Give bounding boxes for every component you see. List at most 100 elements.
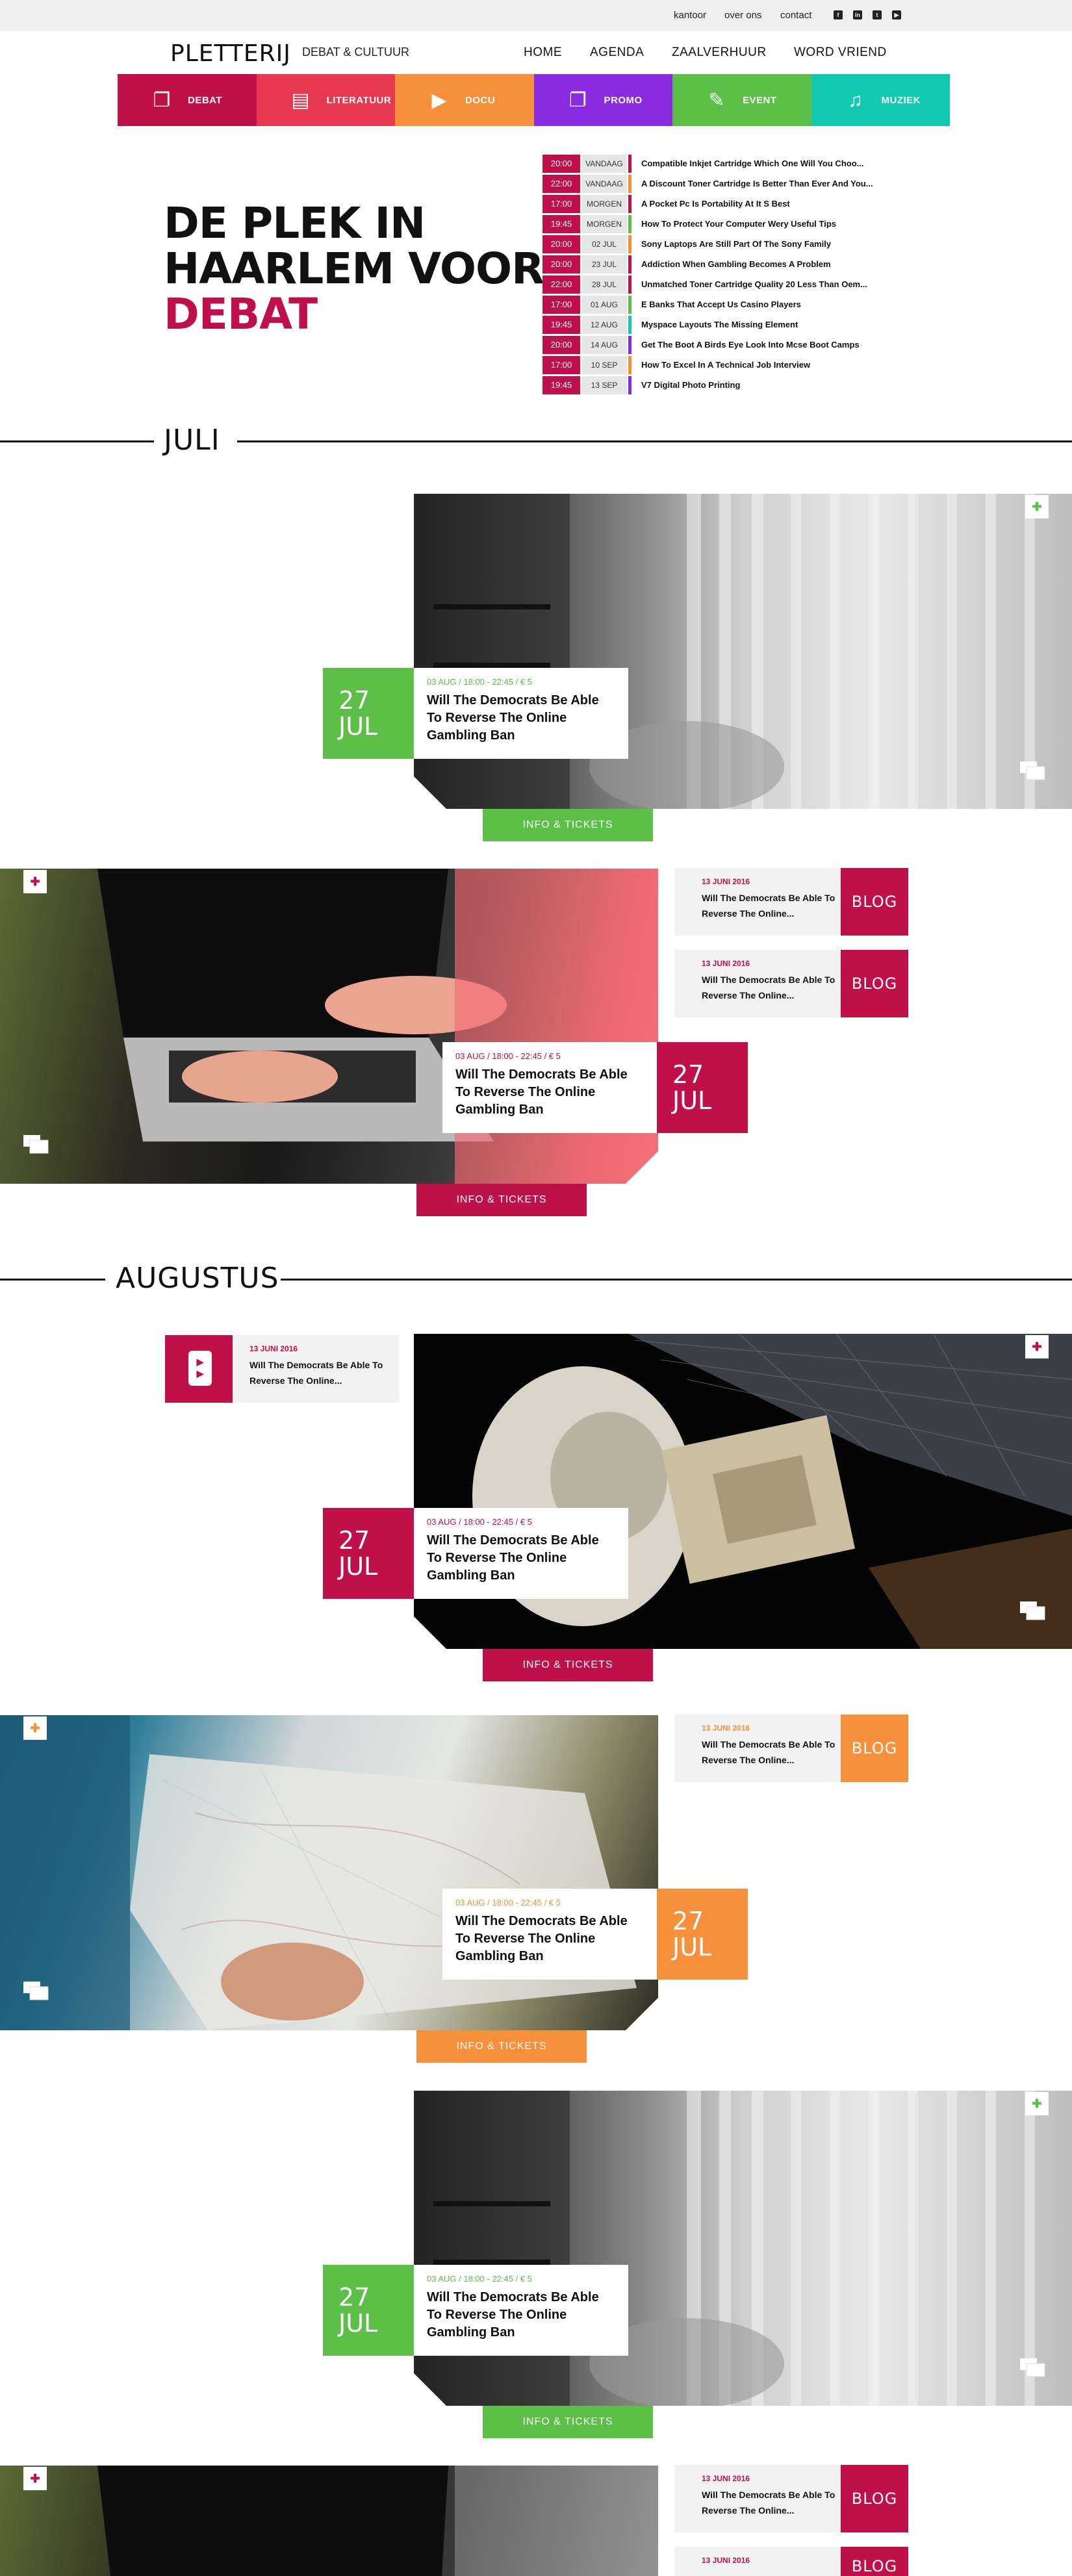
agenda-row[interactable]: 22:00 VANDAAG A Discount Toner Cartridge I… bbox=[542, 175, 910, 193]
agenda-category-bar bbox=[628, 356, 632, 374]
event-day: 27 bbox=[338, 2283, 370, 2312]
event-card[interactable]: 03 AUG / 18:00 - 22:45 / € 5 Will The De… bbox=[414, 1508, 628, 1599]
facebook-icon[interactable]: f bbox=[834, 10, 843, 19]
agenda-time: 20:00 bbox=[542, 336, 580, 354]
agenda-row[interactable]: 22:00 28 JUL Unmatched Toner Cartridge Qua… bbox=[542, 275, 910, 294]
agenda-title[interactable]: How To Excel In A Technical Job Intervie… bbox=[641, 356, 810, 374]
event-month: JUL bbox=[338, 2309, 378, 2338]
agenda-category-bar bbox=[628, 275, 632, 294]
chat-icon[interactable] bbox=[1019, 2357, 1046, 2379]
category-docu[interactable]: ▶ DOCU bbox=[395, 74, 534, 126]
chat-icon[interactable] bbox=[22, 1980, 49, 2002]
agenda-row[interactable]: 20:00 23 JUL Addiction When Gambling Becom… bbox=[542, 255, 910, 274]
agenda-title[interactable]: Addiction When Gambling Becomes A Proble… bbox=[641, 255, 831, 274]
event-category-badge: ✚ bbox=[1025, 2092, 1049, 2115]
docu-icon: ✚ bbox=[30, 1722, 40, 1735]
agenda-title[interactable]: Sony Laptops Are Still Part Of The Sony … bbox=[641, 235, 831, 253]
category-bar: ❐ DEBAT ▤ LITERATUUR ▶ DOCU ❐ PROMO ✎ EV… bbox=[118, 74, 950, 126]
blog-teaser[interactable]: 13 JUNI 2016 Will The Democrats Be Able … bbox=[674, 868, 908, 936]
teaser-title: Will The Democrats Be Able To Reverse Th… bbox=[702, 893, 836, 919]
event-card[interactable]: 03 AUG / 18:00 - 22:45 / € 5 Will The De… bbox=[442, 1042, 657, 1133]
event-photo[interactable] bbox=[414, 1334, 1072, 1649]
agenda-row[interactable]: 19:45 13 SEP V7 Digital Photo Printing bbox=[542, 376, 910, 394]
agenda-category-bar bbox=[628, 255, 632, 274]
agenda-time: 22:00 bbox=[542, 175, 580, 193]
blog-teaser[interactable]: 13 JUNI 2016 Will The Democrats Be Able … bbox=[674, 950, 908, 1017]
category-muziek[interactable]: ♫ MUZIEK bbox=[811, 74, 950, 126]
chat-icon[interactable] bbox=[22, 1134, 49, 1156]
chat-icon: ✚ bbox=[30, 2472, 40, 2485]
event-photo[interactable] bbox=[0, 869, 658, 1184]
blog-teaser[interactable]: 13 JUNI 2016 Will The Democrats Be Able … bbox=[674, 1715, 908, 1782]
agenda-title[interactable]: A Discount Toner Cartridge Is Better Tha… bbox=[641, 175, 873, 193]
agenda-time: 22:00 bbox=[542, 275, 580, 294]
nav-agenda[interactable]: AGENDA bbox=[590, 45, 644, 60]
category-promo[interactable]: ❐ PROMO bbox=[533, 74, 672, 126]
agenda-date: 14 AUG bbox=[581, 336, 627, 354]
agenda-title[interactable]: A Pocket Pc Is Portability At It S Best bbox=[641, 195, 790, 213]
event-photo[interactable] bbox=[414, 494, 1072, 809]
nav-zaalverhuur[interactable]: ZAALVERHUUR bbox=[672, 45, 767, 60]
agenda-row[interactable]: 17:00 MORGEN A Pocket Pc Is Portability At… bbox=[542, 195, 910, 213]
chat-icon: ❐ bbox=[569, 90, 587, 111]
category-debat[interactable]: ❐ DEBAT bbox=[118, 74, 257, 126]
linkedin-icon[interactable]: in bbox=[853, 10, 862, 19]
event-card[interactable]: 03 AUG / 18:00 - 22:45 / € 5 Will The De… bbox=[442, 1889, 657, 1980]
link-kantoor[interactable]: kantoor bbox=[674, 10, 706, 21]
teaser-date: 13 JUNI 2016 bbox=[702, 1724, 750, 1733]
agenda-title[interactable]: How To Protect Your Computer Wery Useful… bbox=[641, 215, 836, 233]
agenda-row[interactable]: 19:45 12 AUG Myspace Layouts The Missing E… bbox=[542, 316, 910, 334]
link-over-ons[interactable]: over ons bbox=[724, 10, 762, 21]
ticket-icon: ✎ bbox=[708, 90, 725, 111]
agenda-time: 19:45 bbox=[542, 215, 580, 233]
event-title: Will The Democrats Be Able To Reverse Th… bbox=[427, 693, 599, 743]
event-day: 27 bbox=[672, 1907, 704, 1935]
agenda-row[interactable]: 17:00 01 AUG E Banks That Accept Us Casino… bbox=[542, 296, 910, 314]
agenda-title[interactable]: Unmatched Toner Cartridge Quality 20 Les… bbox=[641, 275, 867, 294]
info-tickets-button[interactable]: INFO & TICKETS bbox=[416, 1184, 587, 1216]
agenda-row[interactable]: 19:45 MORGEN How To Protect Your Computer … bbox=[542, 215, 910, 233]
site-logo[interactable]: PLETTERIJ bbox=[170, 40, 291, 67]
photo-corner-cut bbox=[414, 776, 446, 809]
nav-home[interactable]: HOME bbox=[524, 45, 562, 60]
agenda-title[interactable]: V7 Digital Photo Printing bbox=[641, 376, 740, 394]
agenda-title[interactable]: Myspace Layouts The Missing Element bbox=[641, 316, 798, 334]
category-event[interactable]: ✎ EVENT bbox=[672, 74, 811, 126]
teaser-title: Will The Democrats Be Able To Reverse Th… bbox=[702, 1739, 836, 1765]
agenda-row[interactable]: 17:00 10 SEP How To Excel In A Technical J… bbox=[542, 356, 910, 374]
event-card[interactable]: 03 AUG / 18:00 - 22:45 / € 5 Will The De… bbox=[414, 668, 628, 759]
twitter-icon[interactable]: t bbox=[873, 10, 882, 19]
category-literatuur[interactable]: ▤ LITERATUUR bbox=[256, 74, 395, 126]
event-photo[interactable] bbox=[0, 1715, 658, 2030]
event-meta: 03 AUG / 18:00 - 22:45 / € 5 bbox=[427, 2274, 532, 2284]
event-photo[interactable] bbox=[414, 2091, 1072, 2406]
event-day: 27 bbox=[338, 1526, 370, 1555]
event-photo[interactable] bbox=[0, 2466, 658, 2576]
agenda-title[interactable]: Compatible Inkjet Cartridge Which One Wi… bbox=[641, 155, 863, 173]
agenda-time: 19:45 bbox=[542, 316, 580, 334]
agenda-date: VANDAAG bbox=[581, 175, 627, 193]
event-category-badge: ✚ bbox=[23, 2467, 47, 2490]
agenda-row[interactable]: 20:00 VANDAAG Compatible Inkjet Cartridge … bbox=[542, 155, 910, 173]
nav-word-vriend[interactable]: WORD VRIEND bbox=[794, 45, 887, 60]
agenda-row[interactable]: 20:00 14 AUG Get The Boot A Birds Eye Look… bbox=[542, 336, 910, 354]
chat-icon[interactable] bbox=[1019, 760, 1046, 782]
youtube-icon[interactable]: ▶ bbox=[892, 10, 901, 19]
event-card[interactable]: 03 AUG / 18:00 - 22:45 / € 5 Will The De… bbox=[414, 2265, 628, 2356]
info-tickets-button[interactable]: INFO & TICKETS bbox=[416, 2030, 587, 2063]
event-date-box: 27 JUL bbox=[657, 1042, 748, 1133]
info-tickets-button[interactable]: INFO & TICKETS bbox=[483, 2406, 653, 2438]
link-contact[interactable]: contact bbox=[780, 10, 811, 21]
agenda-row[interactable]: 20:00 02 JUL Sony Laptops Are Still Part O… bbox=[542, 235, 910, 253]
agenda-title[interactable]: Get The Boot A Birds Eye Look Into Mcse … bbox=[641, 336, 860, 354]
chat-icon: ✚ bbox=[30, 875, 40, 888]
info-tickets-button[interactable]: INFO & TICKETS bbox=[483, 1649, 653, 1681]
info-tickets-button[interactable]: INFO & TICKETS bbox=[483, 809, 653, 841]
agenda-title[interactable]: E Banks That Accept Us Casino Players bbox=[641, 296, 801, 314]
blog-teaser[interactable]: 13 JUNI 2016 BLOG bbox=[674, 2547, 908, 2576]
blog-teaser[interactable]: 13 JUNI 2016 Will The Democrats Be Able … bbox=[674, 2465, 908, 2532]
event-date-box: 27 JUL bbox=[323, 668, 414, 759]
chat-icon[interactable] bbox=[1019, 1600, 1046, 1622]
video-teaser[interactable]: ▶ ▶ 13 JUNI 2016 Will The Democrats Be Ab… bbox=[165, 1335, 399, 1403]
agenda-date: MORGEN bbox=[581, 195, 627, 213]
